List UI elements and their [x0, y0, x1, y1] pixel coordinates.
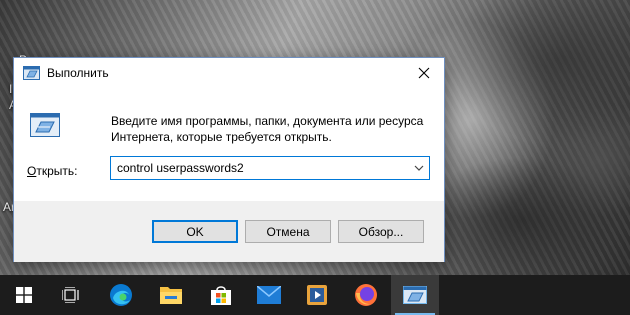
close-button[interactable]	[404, 58, 444, 88]
firefox-icon	[355, 284, 377, 306]
run-icon	[30, 113, 60, 137]
dialog-title: Выполнить	[47, 66, 109, 80]
task-view-icon	[62, 287, 79, 303]
microsoft-store-icon	[211, 286, 231, 305]
run-icon	[403, 286, 427, 304]
chevron-down-icon[interactable]	[412, 162, 426, 174]
dialog-description: Введите имя программы, папки, документа …	[111, 114, 424, 144]
taskbar-media-player[interactable]	[293, 275, 341, 315]
taskbar-firefox[interactable]	[342, 275, 390, 315]
file-explorer-icon	[160, 287, 182, 304]
dialog-footer: OK Отмена Обзор...	[14, 201, 444, 262]
command-input[interactable]	[111, 157, 413, 179]
open-label-text: ткрыть:	[36, 164, 78, 178]
task-view-button[interactable]	[47, 275, 95, 315]
open-combobox[interactable]	[110, 156, 430, 180]
ok-button[interactable]: OK	[152, 220, 238, 243]
taskbar-mail[interactable]	[245, 275, 293, 315]
open-label: Открыть:	[27, 164, 77, 178]
mail-icon	[257, 286, 281, 304]
taskbar-run[interactable]	[391, 275, 439, 315]
start-button[interactable]	[0, 275, 48, 315]
edge-icon	[110, 284, 132, 306]
taskbar-edge[interactable]	[97, 275, 145, 315]
media-player-icon	[307, 285, 327, 305]
close-icon	[418, 67, 430, 79]
start-icon	[16, 287, 32, 303]
taskbar	[0, 275, 630, 315]
browse-button[interactable]: Обзор...	[338, 220, 424, 243]
run-icon	[23, 66, 40, 80]
open-label-accelerator: О	[27, 164, 37, 178]
cancel-button[interactable]: Отмена	[245, 220, 331, 243]
desktop-icon-label: I	[9, 82, 13, 96]
dialog-titlebar[interactable]: Выполнить	[14, 58, 444, 88]
taskbar-file-explorer[interactable]	[147, 275, 195, 315]
taskbar-microsoft-store[interactable]	[197, 275, 245, 315]
run-dialog: Выполнить Введите имя программы, папки, …	[13, 57, 445, 262]
